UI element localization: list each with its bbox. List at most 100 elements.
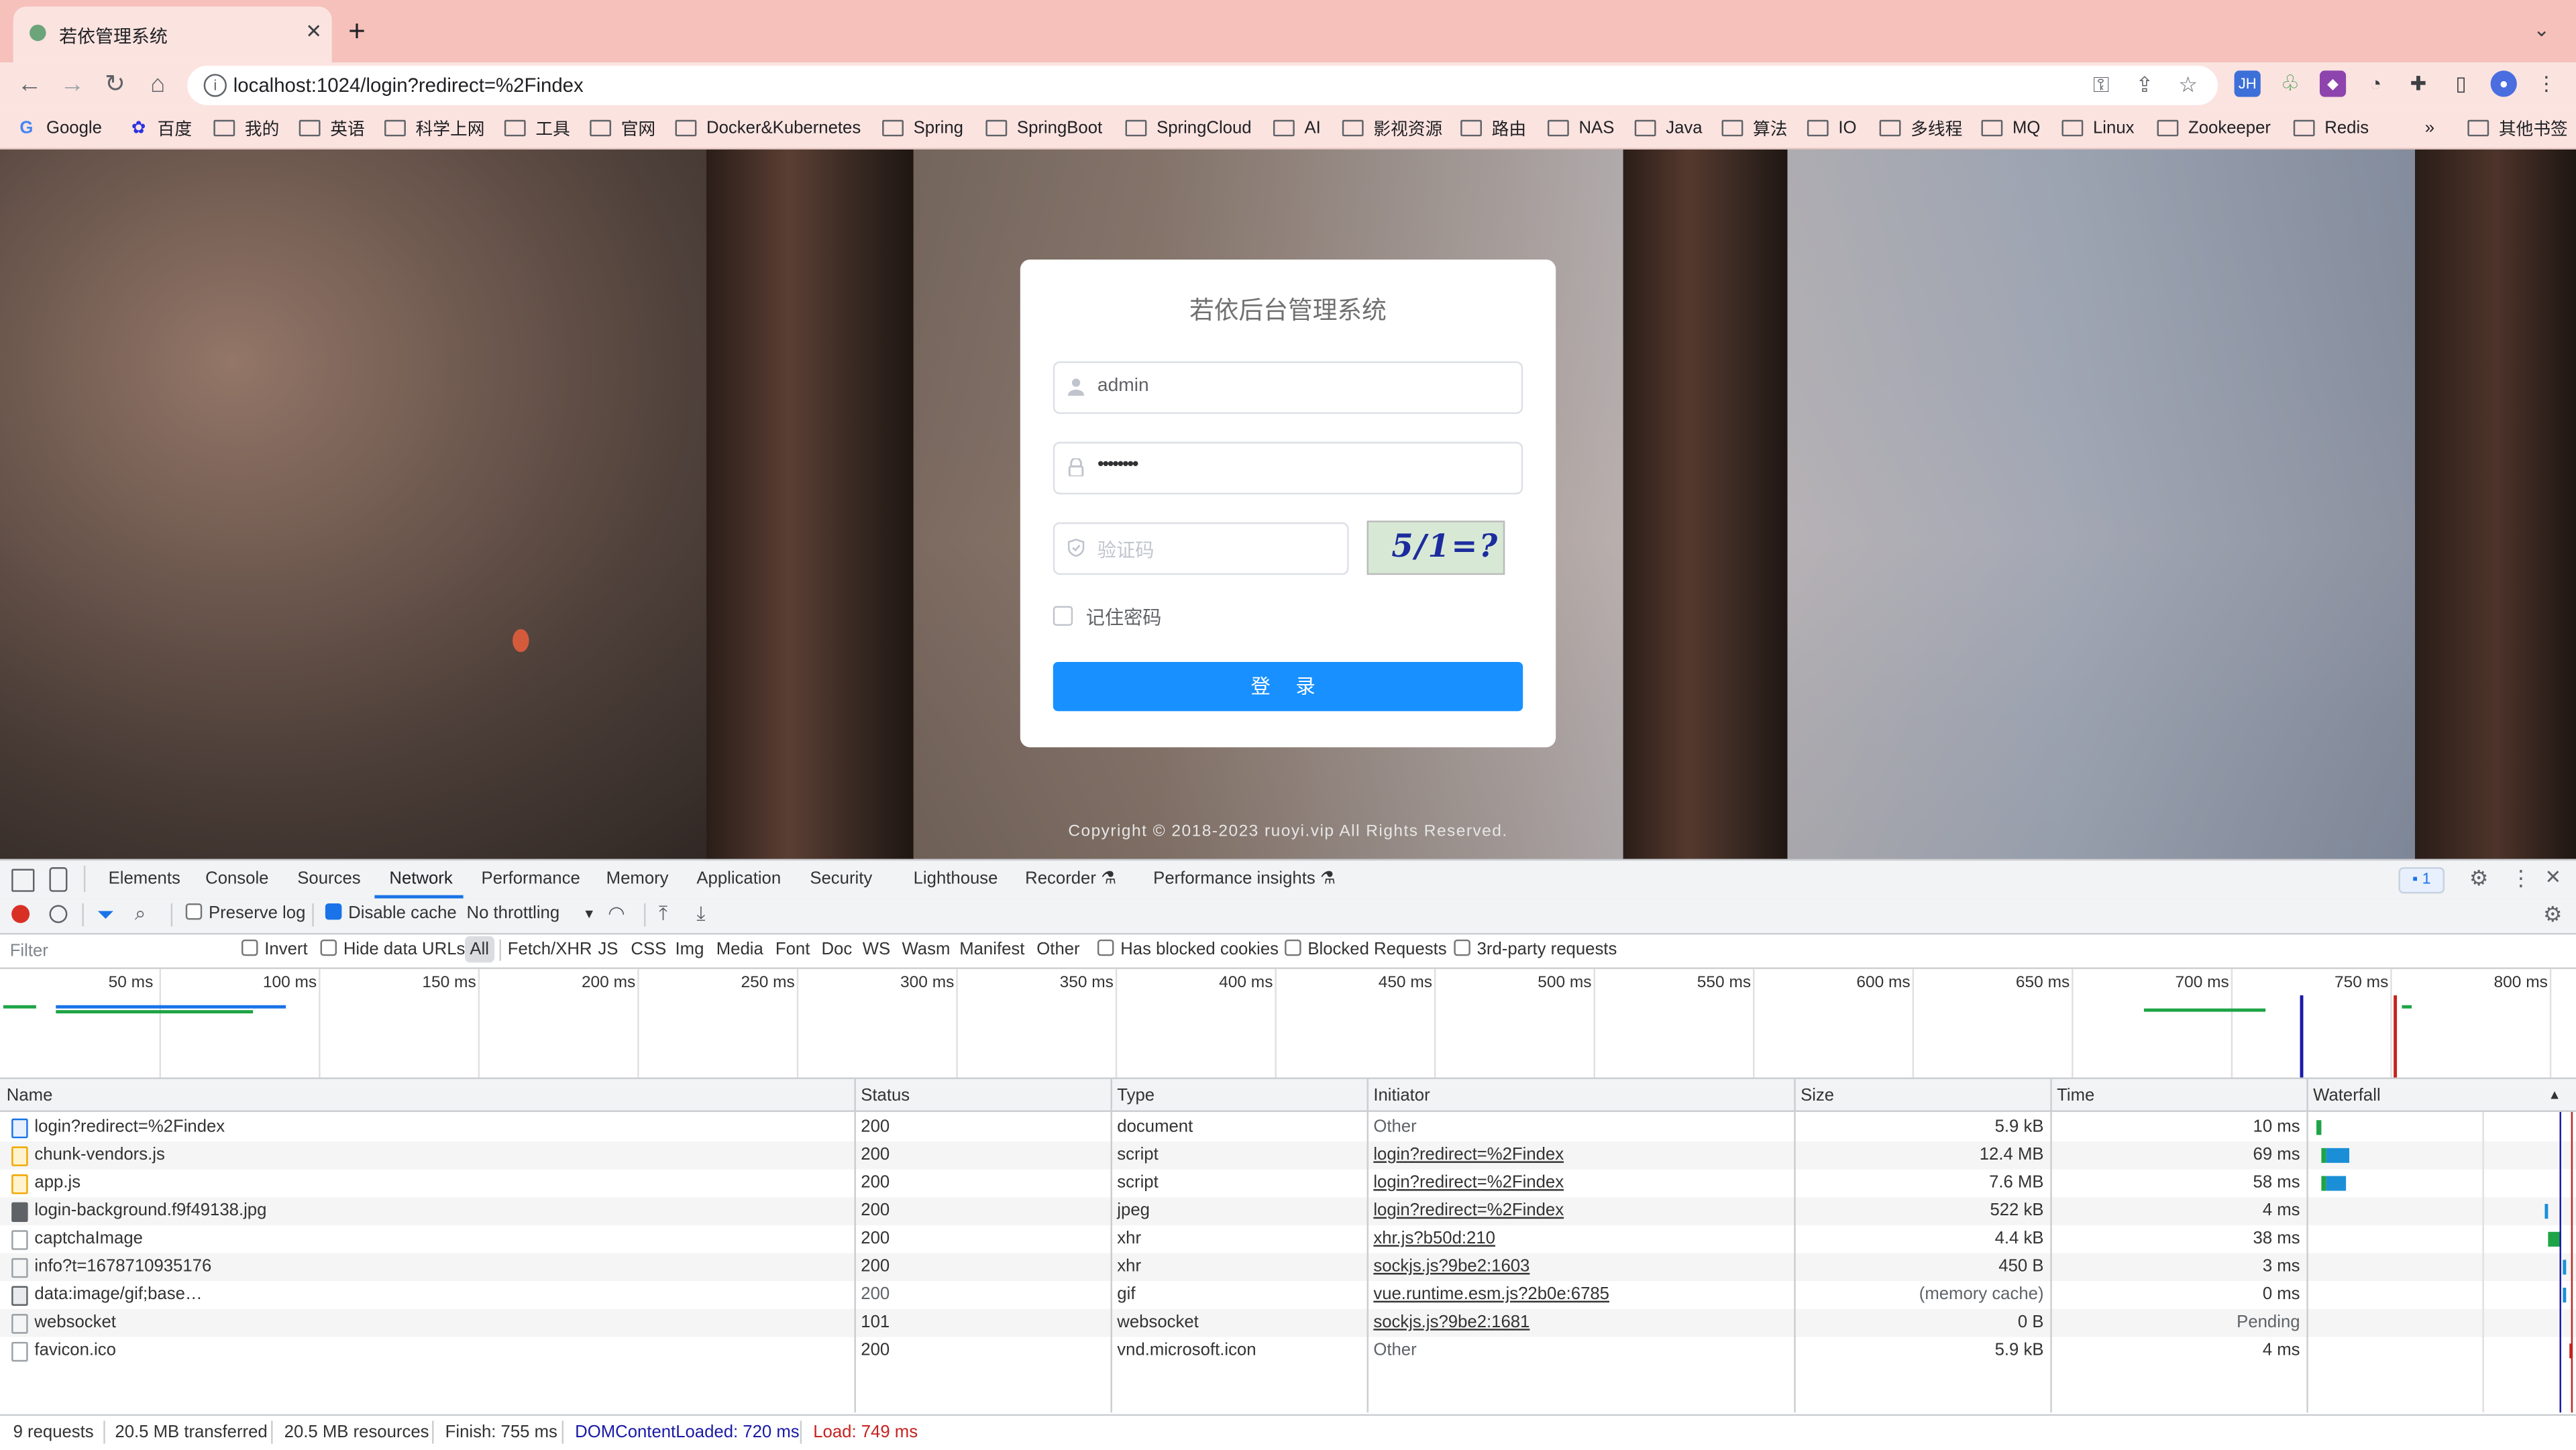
devtools-menu-icon[interactable]: ⋮ bbox=[2510, 866, 2532, 892]
leaf-extension-icon[interactable]: ♧ bbox=[2277, 70, 2303, 97]
request-name[interactable]: websocket bbox=[34, 1313, 115, 1332]
search-icon[interactable]: ⌕ bbox=[135, 901, 146, 926]
bookmark-folder[interactable]: Linux bbox=[2061, 115, 2134, 141]
extensions-puzzle-icon[interactable]: ✚ bbox=[2405, 70, 2431, 97]
tab-sources[interactable]: Sources bbox=[297, 869, 360, 889]
bookmark-folder[interactable]: 算法 bbox=[1721, 115, 1787, 141]
bookmark-folder[interactable]: SpringCloud bbox=[1125, 115, 1252, 141]
browser-tab[interactable]: 若依管理系统 ✕ bbox=[13, 6, 332, 63]
request-name[interactable]: info?t=1678710935176 bbox=[34, 1256, 211, 1276]
reload-icon[interactable]: ↻ bbox=[99, 69, 131, 102]
column-divider[interactable] bbox=[1794, 1078, 1796, 1413]
request-initiator-link[interactable]: login?redirect=%2Findex bbox=[1373, 1201, 1564, 1220]
site-info-icon[interactable]: i bbox=[203, 74, 227, 97]
third-party-requests-checkbox[interactable] bbox=[1454, 939, 1470, 956]
table-row[interactable]: login?redirect=%2Findex 200 document Oth… bbox=[0, 1113, 2576, 1142]
tab-lighthouse[interactable]: Lighthouse bbox=[914, 869, 998, 889]
hide-data-urls-checkbox[interactable] bbox=[320, 939, 337, 956]
bookmark-folder[interactable]: 影视资源 bbox=[1342, 115, 1442, 141]
tab-search-chevron-icon[interactable]: ⌄ bbox=[2533, 18, 2550, 41]
table-row[interactable]: login-background.f9f49138.jpg 200 jpeg l… bbox=[0, 1197, 2576, 1225]
bookmark-folder[interactable]: Docker&Kubernetes bbox=[675, 115, 861, 141]
bookmark-folder[interactable]: AI bbox=[1273, 115, 1321, 141]
network-settings-gear-icon[interactable]: ⚙ bbox=[2543, 901, 2563, 928]
bookmark-folder[interactable]: 科学上网 bbox=[384, 115, 484, 141]
profile-avatar-icon[interactable]: ● bbox=[2490, 70, 2517, 97]
import-har-icon[interactable]: ⤒ bbox=[659, 901, 667, 926]
preserve-log-checkbox[interactable] bbox=[185, 903, 203, 920]
bookmark-folder[interactable]: 工具 bbox=[504, 115, 570, 141]
column-header-status[interactable]: Status bbox=[861, 1086, 910, 1105]
back-arrow-icon[interactable]: ← bbox=[13, 69, 46, 102]
close-devtools-icon[interactable]: ✕ bbox=[2544, 866, 2561, 889]
column-divider[interactable] bbox=[2306, 1078, 2308, 1413]
bookmark-folder[interactable]: 英语 bbox=[299, 115, 365, 141]
request-initiator-link[interactable]: login?redirect=%2Findex bbox=[1373, 1145, 1564, 1164]
column-header-time[interactable]: Time bbox=[2057, 1086, 2094, 1105]
tab-security[interactable]: Security bbox=[810, 869, 872, 889]
column-divider[interactable] bbox=[1110, 1078, 1112, 1413]
tab-network[interactable]: Network bbox=[389, 869, 452, 889]
captcha-image[interactable]: 5/1=? bbox=[1366, 520, 1505, 575]
share-icon[interactable]: ⇪ bbox=[2136, 72, 2154, 99]
purple-extension-icon[interactable]: ◆ bbox=[2319, 70, 2347, 97]
throttling-select[interactable]: No throttling ▼ bbox=[467, 903, 596, 923]
table-row[interactable]: favicon.ico 200 vnd.microsoft.icon Other… bbox=[0, 1337, 2576, 1365]
filter-input[interactable]: Filter bbox=[3, 938, 224, 963]
network-overview-timeline[interactable]: 50 ms 100 ms 150 ms 200 ms 250 ms 300 ms… bbox=[0, 968, 2576, 1079]
invert-toggle[interactable]: Invert bbox=[241, 939, 308, 959]
type-filter-img[interactable]: Img bbox=[676, 940, 704, 959]
type-filter-font[interactable]: Font bbox=[775, 940, 810, 959]
issues-badge[interactable]: ▪ 1 bbox=[2398, 867, 2445, 894]
bookmark-folder[interactable]: NAS bbox=[1547, 115, 1614, 141]
new-tab-icon[interactable]: + bbox=[348, 16, 366, 46]
tab-elements[interactable]: Elements bbox=[109, 869, 180, 889]
captcha-field[interactable]: 验证码 bbox=[1053, 522, 1349, 575]
bookmarks-overflow-button[interactable]: » bbox=[2425, 115, 2434, 141]
bookmark-folder[interactable]: Redis bbox=[2293, 115, 2369, 141]
tab-recorder[interactable]: Recorder ⚗ bbox=[1025, 869, 1116, 889]
type-filter-all[interactable]: All bbox=[465, 936, 494, 963]
login-button[interactable]: 登 录 bbox=[1053, 661, 1523, 712]
request-initiator-link[interactable]: xhr.js?b50d:210 bbox=[1373, 1229, 1495, 1248]
bookmark-folder[interactable]: MQ bbox=[1981, 115, 2040, 141]
export-har-icon[interactable]: ⤓ bbox=[696, 901, 705, 926]
request-initiator-link[interactable]: login?redirect=%2Findex bbox=[1373, 1173, 1564, 1192]
column-header-waterfall[interactable]: Waterfall bbox=[2313, 1086, 2381, 1105]
tab-application[interactable]: Application bbox=[696, 869, 781, 889]
request-initiator-link[interactable]: vue.runtime.esm.js?2b0e:6785 bbox=[1373, 1284, 1609, 1304]
remember-password-label[interactable]: 记住密码 bbox=[1086, 604, 1162, 630]
table-row[interactable]: info?t=1678710935176 200 xhr sockjs.js?9… bbox=[0, 1253, 2576, 1282]
forward-arrow-icon[interactable]: → bbox=[56, 69, 89, 102]
blocked-requests-checkbox[interactable] bbox=[1285, 939, 1301, 956]
type-filter-media[interactable]: Media bbox=[716, 940, 763, 959]
column-header-type[interactable]: Type bbox=[1117, 1086, 1155, 1105]
remember-password-checkbox[interactable] bbox=[1053, 606, 1073, 626]
close-tab-icon[interactable]: ✕ bbox=[303, 19, 325, 42]
invert-checkbox[interactable] bbox=[241, 939, 258, 956]
request-name[interactable]: login?redirect=%2Findex bbox=[34, 1117, 225, 1136]
address-bar[interactable]: i localhost:1024/login?redirect=%2Findex… bbox=[187, 65, 2218, 105]
speed-extension-icon[interactable]: ◔ bbox=[2363, 70, 2389, 97]
disable-cache-toggle[interactable]: Disable cache bbox=[325, 903, 457, 923]
request-name[interactable]: favicon.ico bbox=[34, 1340, 115, 1359]
username-value[interactable]: admin bbox=[1097, 376, 1149, 396]
home-icon[interactable]: ⌂ bbox=[142, 69, 174, 102]
tab-performance[interactable]: Performance bbox=[482, 869, 580, 889]
settings-gear-icon[interactable]: ⚙ bbox=[2469, 866, 2489, 892]
key-icon[interactable]: ⚿ bbox=[2093, 72, 2109, 99]
record-icon[interactable] bbox=[11, 905, 30, 924]
disable-cache-checkbox[interactable] bbox=[325, 903, 342, 920]
sort-ascending-icon[interactable]: ▲ bbox=[2548, 1087, 2561, 1102]
has-blocked-cookies-checkbox[interactable] bbox=[1097, 939, 1114, 956]
inspect-element-icon[interactable] bbox=[11, 869, 35, 892]
device-toolbar-icon[interactable] bbox=[49, 867, 68, 892]
request-initiator-link[interactable]: sockjs.js?9be2:1603 bbox=[1373, 1256, 1529, 1276]
request-name[interactable]: captchaImage bbox=[34, 1229, 143, 1248]
has-blocked-cookies-toggle[interactable]: Has blocked cookies bbox=[1097, 939, 1279, 959]
bookmark-baidu[interactable]: ✿ 百度 bbox=[131, 115, 192, 141]
bookmark-folder[interactable]: Zookeeper bbox=[2157, 115, 2271, 141]
preserve-log-toggle[interactable]: Preserve log bbox=[185, 903, 305, 923]
request-name[interactable]: data:image/gif;base… bbox=[34, 1284, 202, 1304]
tab-console[interactable]: Console bbox=[205, 869, 268, 889]
